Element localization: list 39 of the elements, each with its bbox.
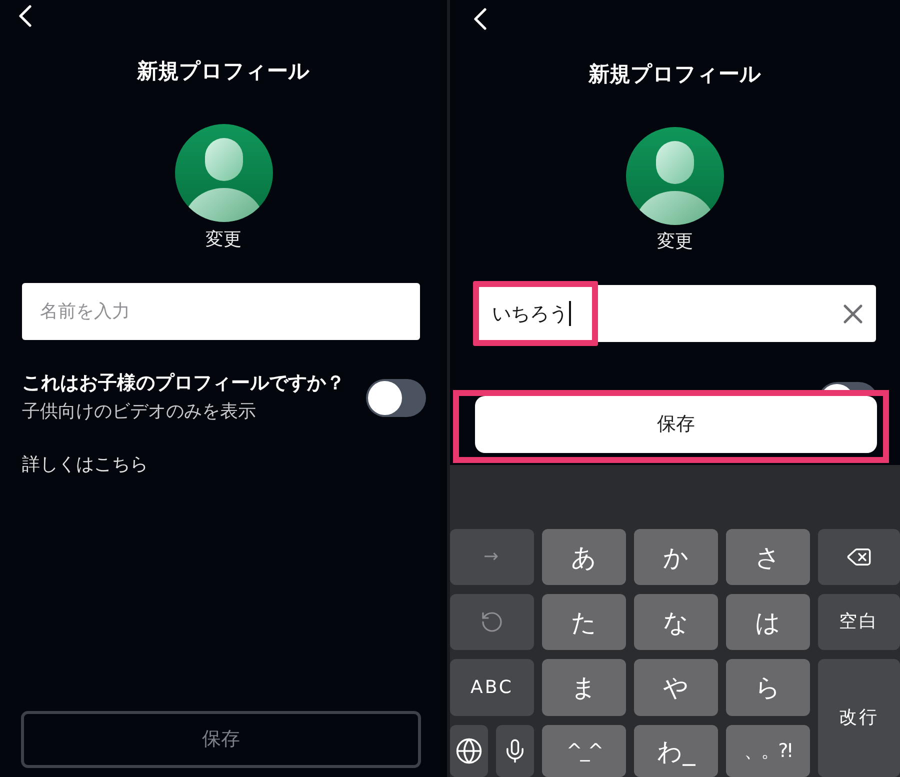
name-input-field[interactable]: 名前を入力	[22, 283, 420, 340]
microphone-key[interactable]	[496, 725, 534, 777]
child-profile-question: これはお子様のプロフィールですか？	[22, 371, 345, 396]
keyboard-key[interactable]: は	[726, 594, 810, 650]
back-button[interactable]	[18, 5, 32, 27]
change-photo-link[interactable]: 変更	[206, 228, 242, 252]
keyboard-key[interactable]: 空白	[818, 594, 900, 650]
keyboard-key[interactable]: た	[542, 594, 626, 650]
keyboard-key[interactable]: あ	[542, 529, 626, 585]
screen-title: 新規プロフィール	[588, 61, 762, 88]
text-cursor	[569, 301, 571, 326]
child-profile-description: 子供向けのビデオのみを表示	[22, 400, 257, 424]
clear-button[interactable]	[843, 304, 863, 324]
avatar-silhouette-icon[interactable]	[174, 124, 272, 222]
globe-icon	[455, 737, 483, 765]
keyboard-key[interactable]: ABC	[450, 659, 534, 716]
toggle-switch[interactable]	[366, 379, 426, 417]
change-photo-link[interactable]: 変更	[657, 230, 693, 254]
keyboard-key[interactable]: ら	[726, 659, 810, 716]
learn-more-link[interactable]: 詳しくはこちら	[22, 453, 148, 477]
undo-icon	[480, 610, 504, 634]
keyboard-key[interactable]: ^_^	[542, 725, 626, 777]
avatar-silhouette-icon[interactable]	[626, 127, 724, 225]
keyboard-key[interactable]: か	[634, 529, 718, 585]
back-button[interactable]	[473, 8, 487, 30]
screen-title: 新規プロフィール	[137, 58, 310, 85]
keyboard-key[interactable]: わ_	[634, 725, 718, 777]
save-button[interactable]: 保存	[475, 396, 877, 453]
backspace-key[interactable]	[818, 529, 900, 585]
keyboard-key[interactable]: な	[634, 594, 718, 650]
keyboard-key[interactable]: や	[634, 659, 718, 716]
chevron-left-icon	[473, 8, 487, 30]
keyboard-key[interactable]: 、。?!	[726, 725, 810, 777]
x-icon	[843, 304, 863, 324]
globe-key[interactable]	[450, 725, 488, 777]
chevron-left-icon	[18, 5, 32, 27]
keyboard-key[interactable]: さ	[726, 529, 810, 585]
keyboard-key[interactable]: ま	[542, 659, 626, 716]
keyboard-key[interactable]: 改行	[818, 659, 900, 777]
